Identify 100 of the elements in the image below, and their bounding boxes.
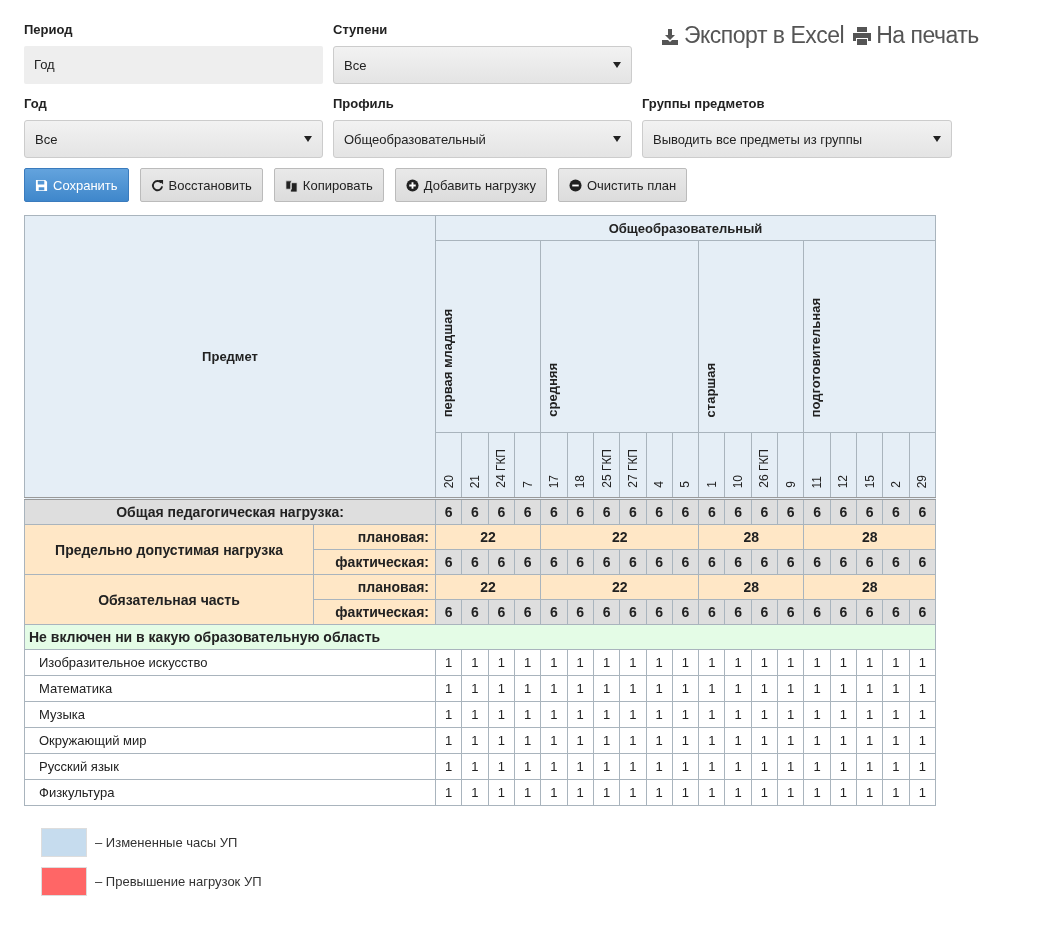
table-cell: Русский язык	[24, 753, 436, 780]
table-cell: Физкультура	[24, 779, 436, 806]
table-header-cell: Общеобразовательный	[435, 215, 936, 241]
copy-icon	[284, 178, 298, 192]
table-header-cell: 18	[567, 432, 594, 499]
field-label: Группы предметов	[642, 96, 766, 111]
table-header-cell: 5	[672, 432, 699, 499]
toolbar-link[interactable]: Экспорт в Excel	[660, 22, 845, 49]
table-cell: 1	[435, 675, 462, 702]
table-cell: Окружающий мир	[24, 727, 436, 754]
table-cell: 1	[724, 701, 752, 728]
table-cell: 1	[488, 701, 515, 728]
table-cell: 1	[540, 649, 568, 676]
table-cell: 1	[435, 649, 462, 676]
table-cell: 1	[461, 779, 489, 806]
table-cell: 1	[619, 753, 646, 780]
table-cell: 1	[777, 649, 804, 676]
toolbar-button[interactable]: Копировать	[273, 168, 384, 202]
table-cell: 28	[698, 524, 804, 550]
table-cell: 1	[803, 727, 831, 754]
table-cell: 1	[567, 675, 594, 702]
table-cell: 1	[567, 649, 594, 676]
table-cell: 1	[646, 727, 673, 754]
table-cell: 1	[698, 675, 725, 702]
table-cell: фактическая:	[313, 549, 436, 575]
table-cell: 1	[514, 649, 541, 676]
table-cell: 1	[724, 779, 752, 806]
year-select[interactable]: Все	[24, 120, 323, 158]
groups-select[interactable]: Выводить все предметы из группы	[642, 120, 952, 158]
table-cell: 1	[488, 753, 515, 780]
table-cell: 1	[540, 675, 568, 702]
table-header-cell: 25 ГКП	[593, 432, 620, 499]
table-cell: 1	[593, 727, 620, 754]
table-cell: 1	[830, 727, 857, 754]
table-cell: 1	[514, 701, 541, 728]
table-cell: 1	[672, 727, 699, 754]
table-cell: 1	[619, 701, 646, 728]
table-cell: 1	[514, 753, 541, 780]
table-cell: 1	[777, 675, 804, 702]
table-cell: 1	[751, 701, 778, 728]
table-cell: 1	[751, 649, 778, 676]
table-cell: 1	[698, 779, 725, 806]
table-header-cell: 12	[830, 432, 857, 499]
toolbar-link[interactable]: На печать	[852, 22, 979, 49]
table-cell: 1	[672, 701, 699, 728]
table-cell: 1	[619, 779, 646, 806]
table-cell: 1	[882, 701, 910, 728]
profile-select[interactable]: Общеобразовательный	[333, 120, 632, 158]
table-cell: 1	[777, 779, 804, 806]
table-cell: 1	[830, 649, 857, 676]
plus-circle-icon	[405, 178, 419, 192]
table-cell: 1	[461, 675, 489, 702]
table-cell: 1	[619, 649, 646, 676]
table-cell: 1	[882, 649, 910, 676]
table-cell: 1	[882, 779, 910, 806]
table-cell: 1	[803, 675, 831, 702]
table-cell: Общая педагогическая нагрузка:	[24, 498, 436, 525]
table-header-cell: 7	[514, 432, 541, 499]
table-cell: 1	[567, 753, 594, 780]
table-cell: 1	[856, 675, 883, 702]
table-cell: плановая:	[313, 524, 436, 550]
table-cell: 1	[698, 753, 725, 780]
table-cell: 1	[435, 701, 462, 728]
table-cell: 1	[488, 779, 515, 806]
table-cell: 1	[909, 779, 936, 806]
table-cell: 1	[751, 753, 778, 780]
table-cell: 1	[856, 753, 883, 780]
toolbar-button[interactable]: Восстановить	[139, 168, 263, 202]
table-cell: 1	[909, 701, 936, 728]
toolbar-button[interactable]: Добавить нагрузку	[394, 168, 547, 202]
table-cell: 1	[777, 701, 804, 728]
steps-select[interactable]: Все	[333, 46, 632, 84]
table-cell: 1	[540, 727, 568, 754]
field-label: Ступени	[333, 22, 389, 37]
table-cell: 1	[488, 649, 515, 676]
table-header-cell: подготовительная	[803, 240, 936, 433]
caret-icon	[613, 62, 621, 68]
table-cell: 1	[724, 675, 752, 702]
table-header-cell: 26 ГКП	[751, 432, 778, 499]
table-cell: 1	[593, 675, 620, 702]
table-cell: Музыка	[24, 701, 436, 728]
table-cell: 1	[567, 779, 594, 806]
toolbar-button[interactable]: Очистить план	[557, 168, 688, 202]
table-header-cell: средняя	[540, 240, 699, 433]
field-label: Год	[24, 96, 48, 111]
legend-label: – Превышение нагрузок УП	[95, 874, 262, 889]
table-cell: 1	[646, 701, 673, 728]
table-cell: 1	[646, 649, 673, 676]
table-cell: 1	[882, 753, 910, 780]
table-header-cell: 20	[435, 432, 462, 499]
legend-label: – Измененные часы УП	[95, 835, 238, 850]
table-cell: 22	[435, 524, 541, 550]
table-cell: 1	[909, 675, 936, 702]
table-cell: 1	[540, 701, 568, 728]
table-cell: 1	[672, 675, 699, 702]
table-cell: 1	[882, 727, 910, 754]
table-cell: 1	[567, 727, 594, 754]
table-cell: 1	[646, 779, 673, 806]
table-cell: 1	[724, 649, 752, 676]
caret-icon	[304, 136, 312, 142]
